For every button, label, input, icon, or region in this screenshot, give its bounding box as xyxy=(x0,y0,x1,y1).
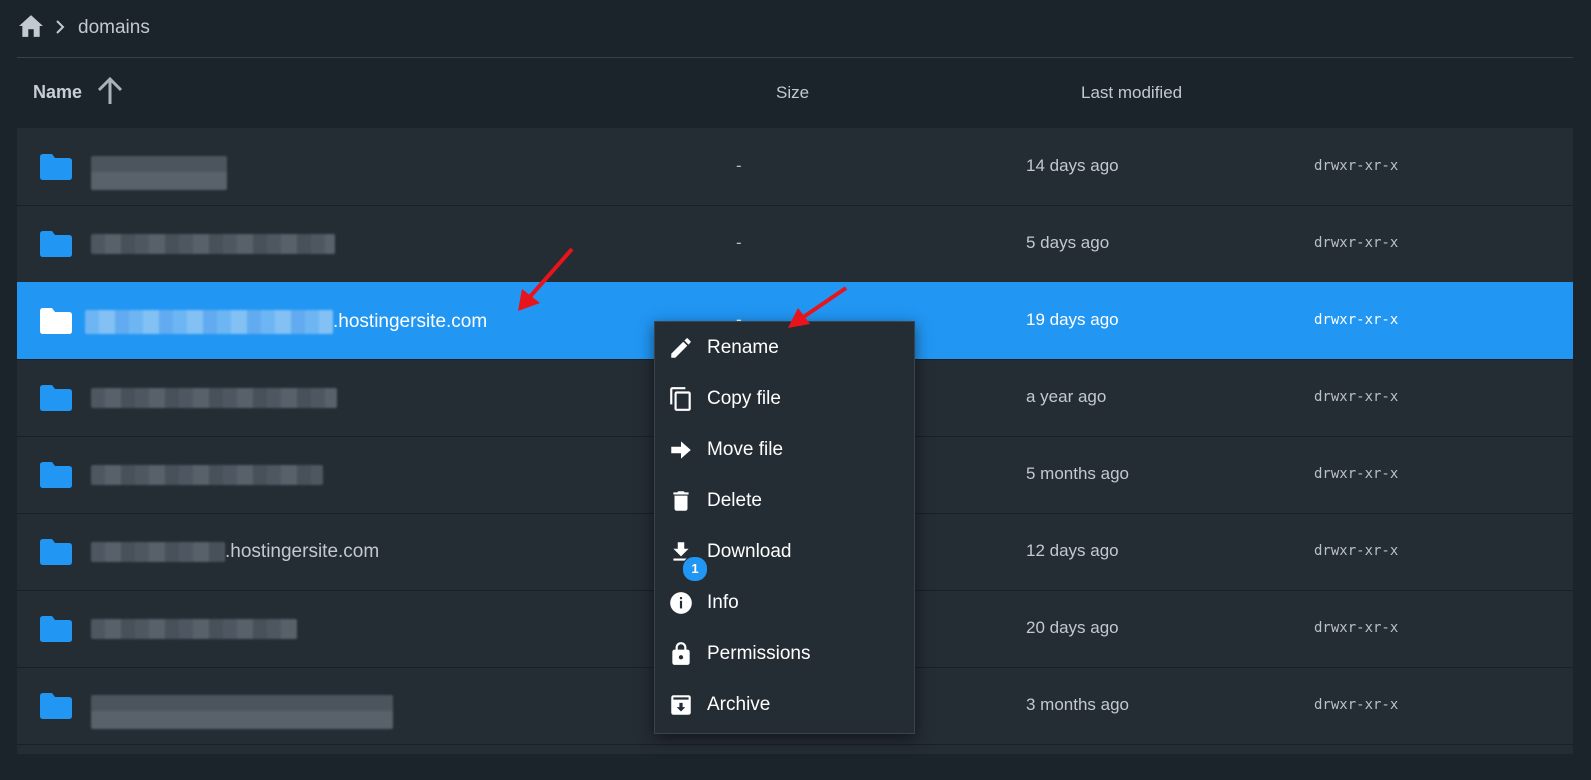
file-permissions: drwxr-xr-x xyxy=(1314,620,1399,636)
menu-item-label: Copy file xyxy=(707,388,781,409)
menu-item-permissions[interactable]: Permissions xyxy=(655,628,914,679)
redacted-name xyxy=(91,387,337,408)
file-permissions: drwxr-xr-x xyxy=(1314,543,1399,559)
menu-item-download[interactable]: 1 Download xyxy=(655,526,914,582)
file-modified: a year ago xyxy=(1026,387,1107,406)
menu-item-label: Permissions xyxy=(707,643,811,664)
file-size: - xyxy=(736,233,742,252)
file-permissions: drwxr-xr-x xyxy=(1314,158,1399,174)
file-modified: 5 days ago xyxy=(1026,233,1110,252)
info-icon xyxy=(670,592,692,614)
breadcrumb: domains xyxy=(0,0,1591,57)
table-row[interactable]: - 14 days ago drwxr-xr-x xyxy=(17,128,1573,206)
folder-icon xyxy=(40,308,72,334)
file-modified: 3 months ago xyxy=(1026,695,1130,714)
redacted-name xyxy=(91,464,323,485)
annotation-arrow-icon xyxy=(788,286,848,328)
menu-item-move-file[interactable]: Move file xyxy=(655,424,914,475)
menu-item-label: Info xyxy=(707,592,739,613)
folder-icon xyxy=(40,693,72,719)
menu-item-label: Move file xyxy=(707,439,784,460)
file-name xyxy=(91,387,337,409)
folder-icon xyxy=(40,385,72,411)
arrow-right-icon xyxy=(671,441,691,459)
file-modified: 14 days ago xyxy=(1026,156,1119,175)
trash-icon xyxy=(673,491,689,511)
redacted-name xyxy=(85,310,333,334)
file-size: - xyxy=(736,156,742,175)
menu-item-label: Rename xyxy=(707,337,779,358)
folder-icon xyxy=(40,616,72,642)
file-name xyxy=(91,464,323,486)
menu-item-archive[interactable]: Archive xyxy=(655,679,914,730)
file-name xyxy=(91,156,227,190)
file-name xyxy=(91,618,297,640)
archive-icon xyxy=(671,695,691,715)
chevron-right-icon xyxy=(56,20,65,34)
file-modified: 5 months ago xyxy=(1026,464,1130,483)
redacted-name xyxy=(91,618,297,639)
file-name xyxy=(91,695,393,729)
column-header: Name Size Last modified xyxy=(17,58,1573,128)
sort-ascending-icon[interactable] xyxy=(96,76,124,106)
folder-icon xyxy=(40,231,72,257)
redacted-name xyxy=(91,695,393,729)
menu-item-copy-file[interactable]: Copy file xyxy=(655,373,914,424)
file-permissions: drwxr-xr-x xyxy=(1314,389,1399,405)
folder-icon xyxy=(40,539,72,565)
file-name xyxy=(91,233,335,255)
redacted-name xyxy=(91,156,227,190)
breadcrumb-item-domains[interactable]: domains xyxy=(78,17,150,39)
table-row[interactable]: - 5 days ago drwxr-xr-x xyxy=(17,205,1573,283)
folder-icon xyxy=(40,154,72,180)
folder-icon xyxy=(40,462,72,488)
pencil-icon xyxy=(671,338,691,358)
file-modified: 12 days ago xyxy=(1026,541,1119,560)
lock-icon xyxy=(672,642,690,665)
annotation-arrow-icon xyxy=(518,247,574,311)
redacted-name xyxy=(91,233,335,254)
file-modified: 20 days ago xyxy=(1026,618,1119,637)
file-modified: 19 days ago xyxy=(1026,310,1119,329)
menu-item-label: Archive xyxy=(707,694,771,715)
copy-icon xyxy=(670,387,691,411)
context-menu: Rename Copy file Move file Delete 1 Down… xyxy=(654,321,915,734)
menu-item-info[interactable]: Info xyxy=(655,577,914,628)
file-name: .hostingersite.com xyxy=(85,310,487,334)
column-size-header[interactable]: Size xyxy=(776,83,809,103)
menu-item-label: Delete xyxy=(707,490,762,511)
menu-item-label: Download xyxy=(707,541,792,562)
file-permissions: drwxr-xr-x xyxy=(1314,697,1399,713)
file-permissions: drwxr-xr-x xyxy=(1314,312,1399,328)
file-permissions: drwxr-xr-x xyxy=(1314,235,1399,251)
file-permissions: drwxr-xr-x xyxy=(1314,466,1399,482)
home-icon[interactable] xyxy=(18,14,44,38)
column-name-header[interactable]: Name xyxy=(33,82,82,103)
redacted-name xyxy=(91,541,225,562)
menu-item-delete[interactable]: Delete xyxy=(655,475,914,526)
file-name: .hostingersite.com xyxy=(91,541,379,563)
column-modified-header[interactable]: Last modified xyxy=(1081,83,1182,103)
